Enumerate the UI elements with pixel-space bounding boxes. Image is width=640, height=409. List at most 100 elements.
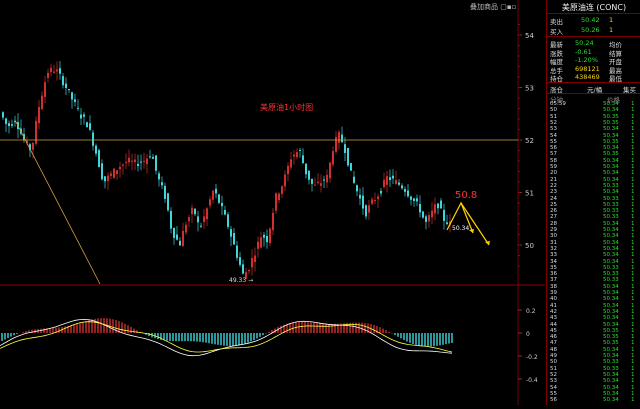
quote-panel: 美原油连 (CONC) 卖出 50.42 1 买入 50.26 1 最新 50.2… [546, 0, 640, 405]
candle [437, 202, 439, 215]
candle [86, 121, 88, 128]
candle [365, 204, 367, 220]
candle [227, 212, 229, 230]
candle [236, 241, 238, 261]
candle [446, 214, 448, 226]
candle [155, 155, 157, 175]
candle [185, 221, 187, 235]
candle [167, 192, 169, 212]
candle [368, 199, 370, 220]
projection-arrow-b [460, 202, 490, 246]
candle [260, 231, 262, 249]
candle [263, 231, 265, 247]
candle [398, 178, 400, 187]
candle [428, 211, 430, 228]
candle [419, 195, 421, 218]
candle [299, 148, 301, 158]
candle [374, 192, 376, 205]
candle [305, 163, 307, 179]
candle [2, 111, 4, 120]
candle [350, 162, 352, 171]
candle [275, 192, 277, 214]
candle [344, 137, 346, 162]
candle [308, 170, 310, 185]
candle [257, 236, 259, 258]
chart-area[interactable]: 54 53 52 51 50 美原油1小时图 49.33 → 50.8 50.34 0.2 0 -0.… [0, 0, 545, 405]
candle [44, 75, 46, 104]
candle [182, 222, 184, 247]
candle [416, 194, 418, 207]
candle [128, 149, 130, 167]
buy-row[interactable]: 买入 50.26 1 [547, 26, 640, 36]
chart-title: 美原油1小时图 [260, 102, 313, 112]
price-chart[interactable]: 54 53 52 51 50 美原油1小时图 49.33 → 50.8 50.34 0.2 0 -0.… [0, 0, 545, 405]
candle [221, 195, 223, 215]
candle [239, 251, 241, 267]
candle [425, 214, 427, 230]
candle [62, 73, 64, 89]
candle [104, 176, 106, 189]
candle [95, 143, 97, 157]
trend-line [14, 119, 101, 285]
candle [410, 195, 412, 206]
candle [407, 183, 409, 198]
candle [380, 187, 382, 197]
candle [125, 153, 127, 170]
candle [233, 227, 235, 245]
tick-row: 56 50.34 1 [550, 397, 635, 404]
candle [131, 153, 133, 171]
candle [137, 154, 139, 172]
candle [314, 177, 316, 186]
candle [47, 68, 49, 83]
candle [272, 208, 274, 236]
candle [335, 131, 337, 155]
osc-tick-label: 0.2 [526, 308, 536, 315]
candle [347, 147, 349, 168]
ticks-header: 涨仓 元/桶 集买 [550, 86, 636, 94]
candle [434, 197, 436, 221]
overlay-button[interactable]: 叠加商品 ▢▪▫ [470, 2, 516, 12]
stat-row: 幅度 -1.20% 开盘 [550, 56, 622, 66]
candle [200, 222, 202, 228]
candle [401, 183, 403, 190]
candle [395, 170, 397, 186]
candle [176, 226, 178, 241]
candle [98, 148, 100, 168]
candle [41, 91, 43, 110]
candle [101, 159, 103, 181]
candle [269, 227, 271, 247]
candle [266, 229, 268, 249]
price-tick-label: 51 [525, 190, 534, 198]
candle [287, 162, 289, 181]
sell-row[interactable]: 卖出 50.42 1 [547, 16, 640, 26]
candle [332, 146, 334, 167]
candle [110, 170, 112, 180]
candle [107, 172, 109, 190]
candle [161, 176, 163, 190]
window-controls-icon[interactable]: ▢▪▫ [498, 3, 516, 11]
candle [188, 214, 190, 228]
candle [230, 225, 232, 246]
candle [377, 193, 379, 209]
candle [317, 173, 319, 185]
candle [203, 209, 205, 229]
candle [53, 64, 55, 74]
candle [164, 182, 166, 203]
candle [443, 203, 445, 230]
candle [134, 153, 136, 170]
candle [77, 99, 79, 111]
price-tick-label: 50 [525, 242, 534, 250]
candle [149, 149, 151, 159]
price-tick-label: 53 [525, 85, 534, 93]
candle [248, 269, 250, 275]
candle [5, 117, 7, 133]
candle [251, 249, 253, 276]
candle [281, 185, 283, 198]
candle [68, 88, 70, 93]
candle [326, 169, 328, 188]
candle [116, 169, 118, 180]
candle [11, 119, 13, 129]
candle [356, 184, 358, 197]
peak-label: 50.8 [455, 190, 477, 201]
low-price-label: 49.33 → [229, 277, 253, 284]
